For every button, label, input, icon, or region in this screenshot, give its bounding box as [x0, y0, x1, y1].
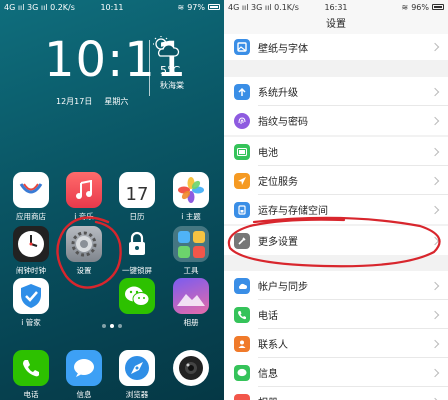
chevron-right-icon [430, 87, 440, 96]
page-title: 设置 [326, 19, 346, 30]
battery-icon [208, 4, 220, 10]
chevron-right-icon [430, 281, 440, 290]
battery-icon [234, 143, 250, 160]
clock-app[interactable]: 闹钟时钟 [12, 226, 50, 276]
settings-screen: 4G ııl 3G ııl 0.1K/s 16:31 ≋ 96% 设置 壁纸与字… [224, 0, 448, 400]
more-settings-icon [234, 232, 250, 249]
settings-item-more-settings[interactable]: 更多设置 [224, 226, 448, 255]
message-icon [234, 364, 250, 381]
status-bar: 4G ııl 3G ııl 0.2K/s 10:11 ≋ 97% [0, 0, 224, 14]
clock-widget-date: 12月17日 星期六 [56, 96, 128, 107]
battery-icon [432, 4, 444, 10]
chevron-right-icon [430, 42, 440, 52]
account-sync-icon [234, 277, 250, 294]
lock-screen-app[interactable]: 一键锁屏 [118, 226, 156, 276]
album-icon [173, 278, 209, 314]
temperature: 5°C [160, 64, 181, 77]
widget-divider [149, 40, 150, 96]
clock-icon [13, 226, 49, 262]
weekday-text: 星期六 [104, 97, 129, 106]
wechat-app[interactable] [118, 278, 156, 317]
album-icon [234, 393, 250, 400]
status-time: 16:31 [324, 2, 348, 12]
settings-item-contacts[interactable]: 联系人 [224, 329, 448, 358]
tools-folder[interactable]: 工具 [172, 226, 210, 276]
browser-icon [119, 350, 155, 386]
messages-app[interactable]: 信息 [65, 350, 103, 400]
settings-gear-icon [66, 226, 102, 262]
tools-folder-icon [173, 226, 209, 262]
chevron-right-icon [430, 176, 440, 185]
theme-icon [173, 172, 209, 208]
browser-app[interactable]: 浏览器 [118, 350, 156, 400]
chevron-right-icon [430, 116, 440, 125]
settings-item-wallpaper[interactable]: 壁纸与字体 [224, 34, 448, 60]
chevron-right-icon [430, 368, 440, 377]
update-icon [234, 83, 250, 100]
phone-icon [234, 306, 250, 323]
lock-icon [119, 226, 155, 262]
fingerprint-icon [234, 112, 250, 129]
cloudy-weather-icon[interactable] [152, 36, 180, 58]
weather-city: 秋海棠 [160, 81, 184, 90]
settings-item-album[interactable]: 相册 [224, 387, 448, 400]
message-icon [66, 350, 102, 386]
settings-item-messages[interactable]: 信息 [224, 358, 448, 387]
calendar-app[interactable]: 17 日历 [118, 172, 156, 222]
contacts-icon [234, 335, 250, 352]
settings-item-location[interactable]: 定位服务 [224, 166, 448, 195]
home-screen: 4G ııl 3G ııl 0.2K/s 10:11 ≋ 97% 10:11 1… [0, 0, 224, 400]
phone-manager-app[interactable]: i 管家 [12, 278, 50, 328]
theme-app[interactable]: i 主题 [172, 172, 210, 222]
chevron-right-icon [430, 205, 440, 214]
phone-icon [13, 350, 49, 386]
date-text: 12月17日 [56, 97, 93, 106]
music-icon [66, 172, 102, 208]
settings-item-system-update[interactable]: 系统升级 [224, 77, 448, 106]
chevron-right-icon [430, 236, 440, 245]
wallpaper-icon [234, 39, 250, 55]
settings-item-account-sync[interactable]: 帐户与同步 [224, 271, 448, 300]
settings-app[interactable]: 设置 [65, 226, 103, 276]
location-icon [234, 172, 250, 189]
wechat-icon [119, 278, 155, 314]
page-indicator[interactable] [0, 324, 224, 328]
app-store-app[interactable]: 应用商店 [12, 172, 50, 222]
camera-icon [173, 350, 209, 386]
chevron-right-icon [430, 310, 440, 319]
chevron-right-icon [430, 339, 440, 348]
shield-icon [13, 278, 49, 314]
calendar-icon: 17 [119, 172, 155, 208]
phone-app[interactable]: 电话 [12, 350, 50, 400]
settings-item-fingerprint[interactable]: 指纹与密码 [224, 106, 448, 135]
camera-app[interactable] [172, 350, 210, 389]
chevron-right-icon [430, 147, 440, 156]
music-app[interactable]: i 音乐 [65, 172, 103, 222]
status-bar: 4G ııl 3G ııl 0.1K/s 16:31 ≋ 96% [224, 0, 448, 14]
status-time: 10:11 [100, 2, 124, 12]
album-app[interactable]: 相册 [172, 278, 210, 328]
settings-item-storage[interactable]: 运存与存储空间 [224, 195, 448, 224]
app-store-icon [13, 172, 49, 208]
calendar-day: 17 [125, 184, 149, 205]
storage-icon [234, 201, 250, 218]
settings-item-battery[interactable]: 电池 [224, 137, 448, 166]
settings-item-phone[interactable]: 电话 [224, 300, 448, 329]
